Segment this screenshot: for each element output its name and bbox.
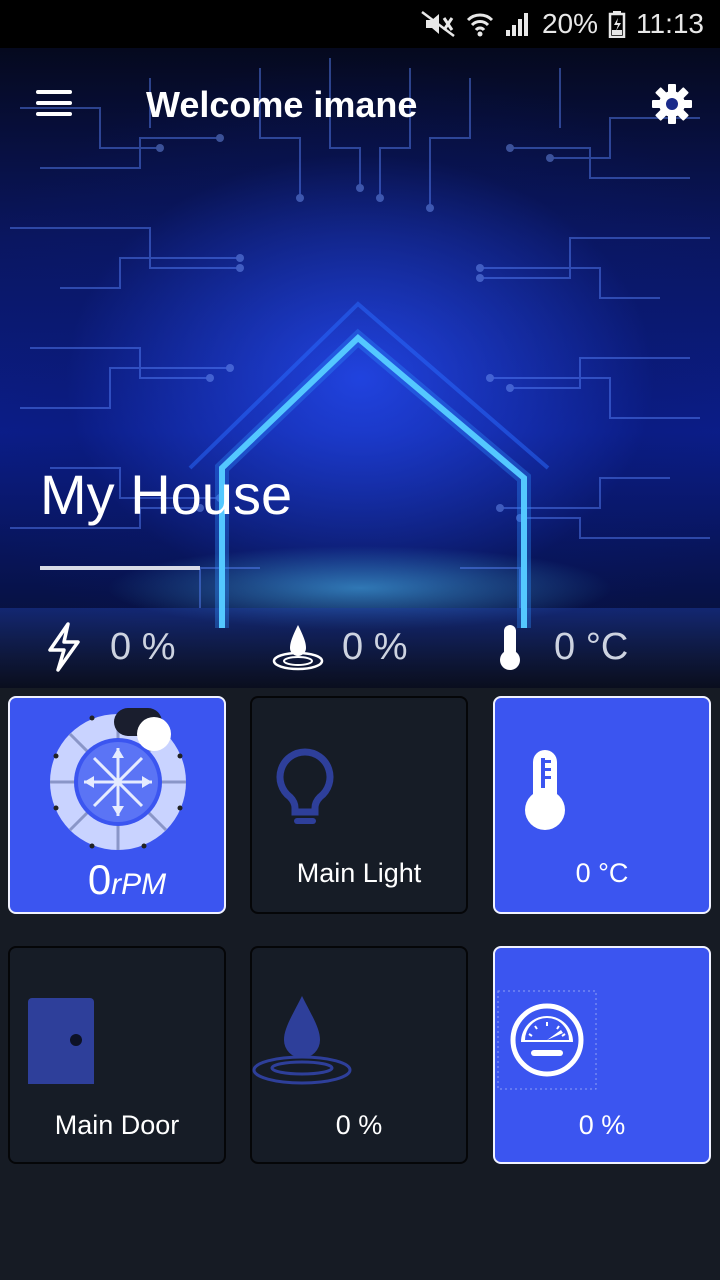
power-stat: 0 % xyxy=(44,612,175,682)
main-light-tile[interactable]: Main Light xyxy=(250,696,468,914)
fan-speed-unit: rPM xyxy=(111,868,167,901)
thermometer-icon xyxy=(500,625,520,670)
water-drop-icon xyxy=(252,996,352,1085)
door-icon xyxy=(28,998,94,1084)
water-stat: 0 % xyxy=(270,612,407,682)
title-underline xyxy=(40,566,200,570)
main-door-label: Main Door xyxy=(54,1110,180,1140)
hamburger-menu-icon[interactable] xyxy=(36,90,76,120)
main-door-tile[interactable]: Main Door xyxy=(8,946,226,1164)
summary-stats: 0 % 0 % 0 °C xyxy=(0,612,720,682)
gauge-tile[interactable]: 0 % xyxy=(493,946,711,1164)
house-name: My House xyxy=(40,463,293,526)
fan-speed-dial-icon[interactable] xyxy=(48,706,188,854)
fan-speed-value: 0 xyxy=(87,856,112,903)
water-value: 0 % xyxy=(342,625,408,668)
temperature-tile[interactable]: 0 °C xyxy=(493,696,711,914)
water-drop-icon xyxy=(272,625,324,671)
clock: 11:13 xyxy=(636,8,704,39)
gauge-tile-value: 0 % xyxy=(578,1110,626,1140)
battery-icon xyxy=(608,10,626,38)
wifi-icon xyxy=(466,10,494,38)
fan-speed-readout: 0rPM xyxy=(20,856,234,904)
thermometer-icon xyxy=(525,750,565,830)
gear-icon[interactable] xyxy=(650,82,694,126)
main-light-label: Main Light xyxy=(296,858,422,888)
page-title: Welcome imane xyxy=(146,84,418,125)
mute-icon xyxy=(420,10,456,38)
app-bar: Welcome imane xyxy=(0,48,720,160)
temperature-stat: 0 °C xyxy=(496,612,628,682)
temperature-value: 0 °C xyxy=(554,625,629,668)
temperature-tile-value: 0 °C xyxy=(575,858,629,888)
signal-icon xyxy=(504,10,532,38)
power-value: 0 % xyxy=(110,625,176,668)
fan-tile[interactable]: 0rPM xyxy=(8,696,226,914)
speedometer-gauge-icon xyxy=(497,990,597,1090)
status-bar: 20% 11:13 xyxy=(0,0,720,48)
battery-percent: 20% xyxy=(541,8,598,39)
lightbulb-icon xyxy=(276,748,334,824)
lightning-icon xyxy=(48,622,80,672)
water-tile-value: 0 % xyxy=(335,1110,383,1140)
water-tile[interactable]: 0 % xyxy=(250,946,468,1164)
